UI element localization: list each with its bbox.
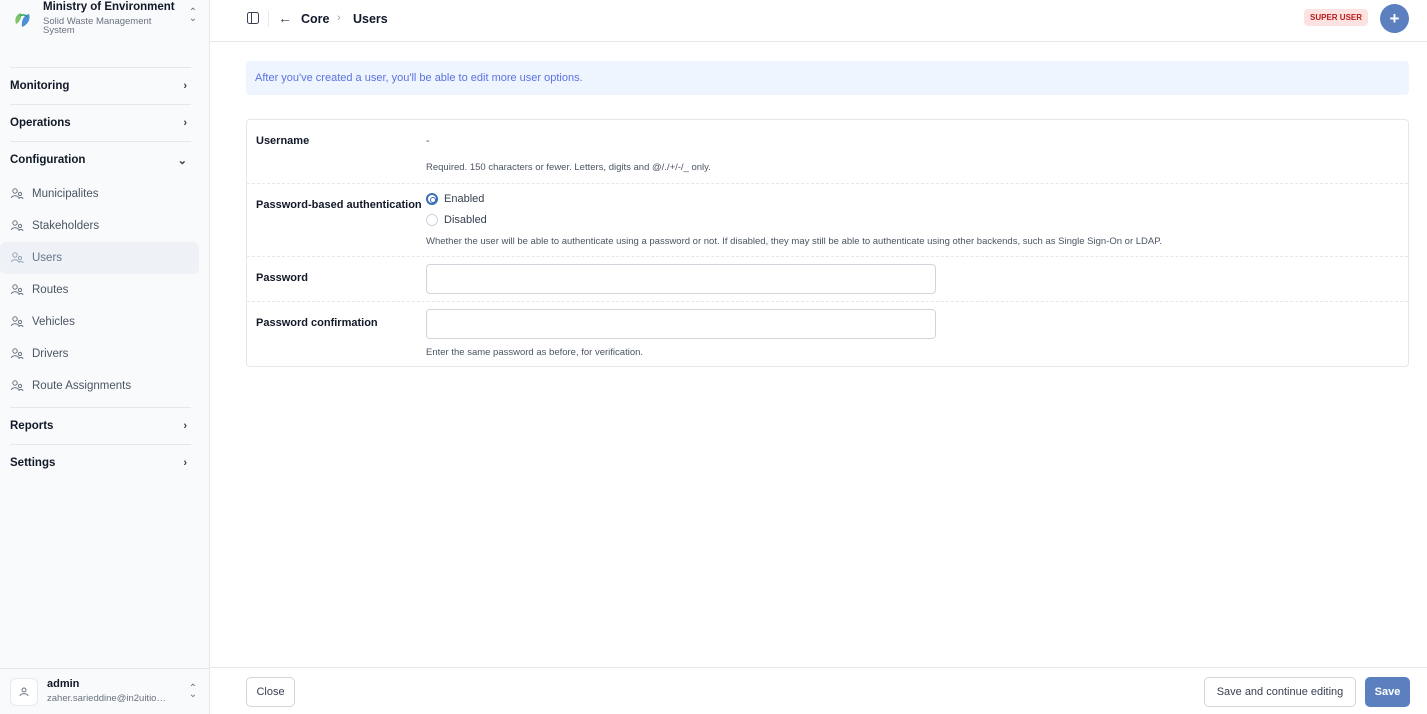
sidebar-nav: Monitoring › Operations › Configuration … bbox=[0, 67, 209, 481]
users-icon bbox=[11, 316, 24, 328]
super-user-badge: SUPER USER bbox=[1304, 9, 1369, 26]
radio-label: Disabled bbox=[444, 214, 487, 226]
sidebar-section-settings[interactable]: Settings › bbox=[0, 445, 209, 481]
sidebar-item-label: Routes bbox=[32, 284, 69, 296]
form-footer: Close Save and continue editing Save bbox=[210, 667, 1427, 714]
sidebar-item-label: Stakeholders bbox=[32, 220, 100, 232]
auth-help: Whether the user will be able to authent… bbox=[426, 236, 1162, 247]
sidebar-item-label: Route Assignments bbox=[32, 380, 132, 392]
radio-disabled[interactable]: Disabled bbox=[426, 214, 487, 226]
breadcrumb-users: Users bbox=[353, 12, 388, 26]
sidebar-item-municipalites[interactable]: Municipalites bbox=[0, 178, 199, 210]
add-button[interactable]: + bbox=[1380, 4, 1409, 33]
sidebar-item-drivers[interactable]: Drivers bbox=[0, 338, 199, 370]
user-menu[interactable]: admin zaher.sarieddine@in2uitions.com ⌃⌄ bbox=[0, 668, 209, 714]
users-icon bbox=[11, 188, 24, 200]
section-label: Operations bbox=[10, 117, 71, 129]
leaf-logo bbox=[15, 13, 30, 27]
password-confirm-help: Enter the same password as before, for v… bbox=[426, 347, 644, 358]
sidebar-section-reports[interactable]: Reports › bbox=[0, 408, 209, 444]
user-name: admin bbox=[47, 679, 80, 691]
section-label: Settings bbox=[10, 457, 56, 469]
sidebar-section-monitoring[interactable]: Monitoring › bbox=[0, 68, 209, 104]
breadcrumb-core[interactable]: Core bbox=[301, 12, 329, 26]
radio-enabled[interactable]: Enabled bbox=[426, 193, 484, 205]
section-label: Reports bbox=[10, 420, 54, 432]
password-field[interactable] bbox=[426, 264, 936, 294]
chevron-right-icon: › bbox=[183, 117, 187, 129]
top-header: ← Core › Users SUPER USER + bbox=[210, 0, 1427, 42]
users-icon bbox=[11, 348, 24, 360]
section-label: Monitoring bbox=[10, 80, 70, 92]
chevron-up-down-icon: ⌃ ⌄ bbox=[188, 682, 198, 700]
username-help: Required. 150 characters or fewer. Lette… bbox=[426, 162, 711, 173]
sidebar-toggle-icon[interactable] bbox=[247, 12, 259, 24]
auth-row: Password-based authentication Enabled Di… bbox=[247, 184, 1408, 257]
sidebar-item-route-assignments[interactable]: Route Assignments bbox=[0, 370, 199, 402]
chevron-down-icon: ⌄ bbox=[177, 154, 187, 167]
password-row: Password bbox=[247, 257, 1408, 302]
radio-button[interactable] bbox=[426, 214, 438, 226]
brand-title: Ministry of Environment bbox=[43, 1, 175, 13]
chevron-right-icon: › bbox=[183, 80, 187, 92]
user-form: Username - Required. 150 characters or f… bbox=[246, 119, 1409, 367]
users-icon bbox=[11, 284, 24, 296]
sidebar-item-routes[interactable]: Routes bbox=[0, 274, 199, 306]
divider bbox=[268, 11, 269, 27]
password-confirm-row: Password confirmation Enter the same pas… bbox=[247, 302, 1408, 366]
password-confirm-label: Password confirmation bbox=[256, 317, 378, 329]
sidebar-item-label: Drivers bbox=[32, 348, 69, 360]
save-and-continue-button[interactable]: Save and continue editing bbox=[1204, 677, 1356, 707]
sidebar-item-stakeholders[interactable]: Stakeholders bbox=[0, 210, 199, 242]
sidebar-item-label: Municipalites bbox=[32, 188, 99, 200]
sidebar-item-label: Users bbox=[32, 252, 63, 264]
chevron-up-down-icon: ⌃ ⌄ bbox=[188, 7, 198, 24]
chevron-right-icon: › bbox=[337, 12, 341, 24]
user-email: zaher.sarieddine@in2uitions.com bbox=[47, 694, 169, 704]
sidebar: Ministry of Environment Solid Waste Mana… bbox=[0, 0, 210, 714]
save-button[interactable]: Save bbox=[1365, 677, 1410, 707]
users-icon bbox=[11, 380, 24, 392]
sidebar-section-operations[interactable]: Operations › bbox=[0, 105, 209, 141]
password-confirm-field[interactable] bbox=[426, 309, 936, 339]
brand-switcher[interactable]: Ministry of Environment Solid Waste Mana… bbox=[0, 0, 209, 40]
close-button[interactable]: Close bbox=[246, 677, 295, 707]
username-label: Username bbox=[256, 135, 310, 147]
sidebar-section-configuration[interactable]: Configuration ⌄ bbox=[0, 142, 209, 178]
arrow-left-icon[interactable]: ← bbox=[278, 10, 292, 26]
username-row: Username - Required. 150 characters or f… bbox=[247, 120, 1408, 184]
section-label: Configuration bbox=[10, 154, 86, 166]
password-label: Password bbox=[256, 272, 308, 284]
info-banner: After you've created a user, you'll be a… bbox=[246, 61, 1409, 95]
sidebar-item-label: Vehicles bbox=[32, 316, 75, 328]
username-value: - bbox=[426, 135, 430, 147]
users-icon bbox=[11, 220, 24, 232]
sidebar-item-vehicles[interactable]: Vehicles bbox=[0, 306, 199, 338]
user-icon bbox=[19, 687, 29, 696]
brand-subtitle: Solid Waste Management System bbox=[43, 15, 152, 36]
sidebar-item-users[interactable]: Users bbox=[0, 242, 199, 274]
users-icon bbox=[11, 252, 24, 264]
avatar bbox=[10, 677, 38, 706]
chevron-right-icon: › bbox=[183, 457, 187, 469]
radio-button-checked[interactable] bbox=[426, 193, 438, 205]
auth-label: Password-based authentication bbox=[256, 199, 422, 211]
radio-label: Enabled bbox=[444, 193, 485, 205]
chevron-right-icon: › bbox=[183, 420, 187, 432]
